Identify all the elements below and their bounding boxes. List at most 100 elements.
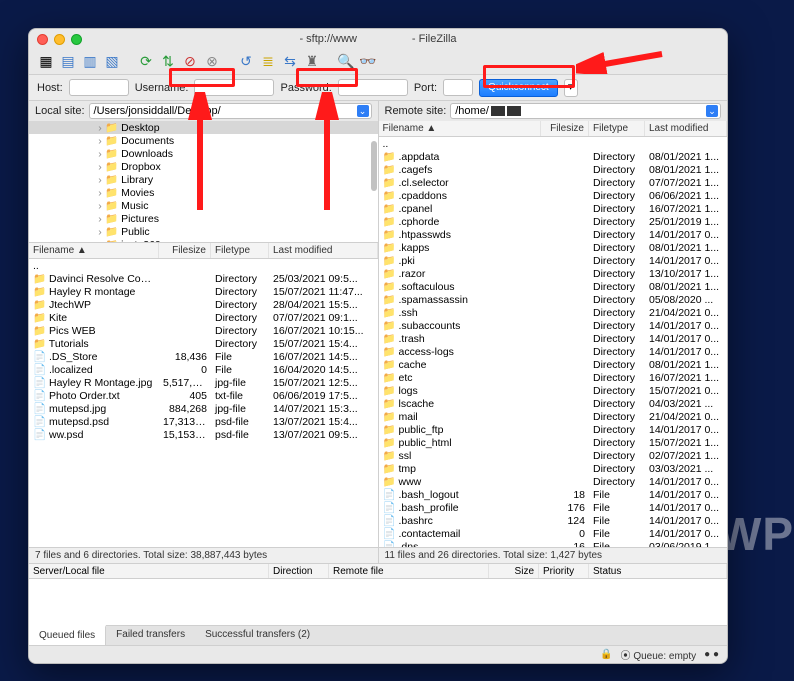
table-row[interactable]: 📄 .contactemail0File14/01/2017 0...: [379, 527, 728, 540]
tree-item[interactable]: ›📁Pictures: [29, 212, 378, 225]
table-row[interactable]: 📁 KiteDirectory07/07/2021 09:1...: [29, 311, 378, 324]
col-filename[interactable]: Filename ▲: [379, 121, 542, 137]
col-filesize[interactable]: Filesize: [159, 243, 211, 258]
toggle-log-icon[interactable]: ▤: [59, 53, 77, 71]
table-row[interactable]: 📁 TutorialsDirectory15/07/2021 15:4...: [29, 337, 378, 350]
chevron-down-icon[interactable]: ⌄: [706, 105, 718, 117]
tree-item[interactable]: ›📁Public: [29, 225, 378, 238]
username-input[interactable]: [194, 79, 274, 96]
table-row[interactable]: 📁 sslDirectory02/07/2021 1...: [379, 449, 728, 462]
tree-item[interactable]: ›📁Library: [29, 173, 378, 186]
tree-item[interactable]: ›📁Music: [29, 199, 378, 212]
tree-item[interactable]: ›📁insta360: [29, 238, 378, 243]
col-filesize[interactable]: Filesize: [541, 121, 589, 137]
remote-path-combo[interactable]: /home/ ⌄: [450, 103, 721, 119]
col-filetype[interactable]: Filetype: [589, 121, 645, 137]
table-row[interactable]: 📁 .spamassassinDirectory05/08/2020 ...: [379, 293, 728, 306]
col-direction[interactable]: Direction: [269, 564, 329, 578]
col-server-file[interactable]: Server/Local file: [29, 564, 269, 578]
remote-file-list[interactable]: ..📁 .appdataDirectory08/01/2021 1...📁 .c…: [379, 137, 728, 547]
cancel-icon[interactable]: ⊘: [181, 53, 199, 71]
table-row[interactable]: 📁 wwwDirectory14/01/2017 0...: [379, 475, 728, 488]
col-filename[interactable]: Filename ▲: [29, 243, 159, 258]
tree-item[interactable]: ›📁Movies: [29, 186, 378, 199]
table-row[interactable]: 📁 .softaculousDirectory08/01/2021 1...: [379, 280, 728, 293]
col-priority[interactable]: Priority: [539, 564, 589, 578]
table-row[interactable]: 📄 .bash_logout18File14/01/2017 0...: [379, 488, 728, 501]
table-row[interactable]: 📄 mutepsd.psd17,313,532psd-file13/07/202…: [29, 415, 378, 428]
table-row[interactable]: 📁 etcDirectory16/07/2021 1...: [379, 371, 728, 384]
table-row[interactable]: ..: [379, 137, 728, 150]
local-tree[interactable]: ›📁Desktop›📁Documents›📁Downloads›📁Dropbox…: [29, 121, 378, 243]
process-queue-icon[interactable]: ⇅: [159, 53, 177, 71]
table-row[interactable]: 📄 .localized0File16/04/2020 14:5...: [29, 363, 378, 376]
table-row[interactable]: 📁 .cl.selectorDirectory07/07/2021 1...: [379, 176, 728, 189]
tree-item[interactable]: ›📁Documents: [29, 134, 378, 147]
table-row[interactable]: 📁 logsDirectory15/07/2021 0...: [379, 384, 728, 397]
table-row[interactable]: 📁 .trashDirectory14/01/2017 0...: [379, 332, 728, 345]
col-size[interactable]: Size: [489, 564, 539, 578]
toggle-queue-icon[interactable]: ▧: [103, 53, 121, 71]
toggle-tree-icon[interactable]: ▥: [81, 53, 99, 71]
tab-queued-files[interactable]: Queued files: [29, 625, 106, 645]
table-row[interactable]: 📄 .dns16File03/06/2019 1...: [379, 540, 728, 547]
table-row[interactable]: 📄 .DS_Store18,436File16/07/2021 14:5...: [29, 350, 378, 363]
col-status[interactable]: Status: [589, 564, 727, 578]
table-row[interactable]: 📁 .cagefsDirectory08/01/2021 1...: [379, 163, 728, 176]
table-row[interactable]: 📁 .cpaddonsDirectory06/06/2021 1...: [379, 189, 728, 202]
table-row[interactable]: 📄 .bash_profile176File14/01/2017 0...: [379, 501, 728, 514]
table-row[interactable]: 📁 mailDirectory21/04/2021 0...: [379, 410, 728, 423]
local-file-list[interactable]: ..📁 Davinci Resolve Cour...Directory25/0…: [29, 259, 378, 547]
table-row[interactable]: 📄 ww.psd15,153,020psd-file13/07/2021 09:…: [29, 428, 378, 441]
local-path-combo[interactable]: /Users/jonsiddall/Desktop/ ⌄: [89, 103, 372, 119]
scrollbar[interactable]: [371, 141, 377, 191]
table-row[interactable]: 📁 .pkiDirectory14/01/2017 0...: [379, 254, 728, 267]
col-modified[interactable]: Last modified: [269, 243, 378, 258]
table-row[interactable]: 📁 public_htmlDirectory15/07/2021 1...: [379, 436, 728, 449]
quickconnect-history-button[interactable]: ▾: [564, 79, 578, 97]
filter-icon[interactable]: ♜: [303, 53, 321, 71]
table-row[interactable]: 📁 Pics WEBDirectory16/07/2021 10:15...: [29, 324, 378, 337]
col-filetype[interactable]: Filetype: [211, 243, 269, 258]
tab-successful-transfers[interactable]: Successful transfers (2): [195, 626, 320, 645]
tree-item[interactable]: ›📁Dropbox: [29, 160, 378, 173]
table-row[interactable]: 📁 access-logsDirectory14/01/2017 0...: [379, 345, 728, 358]
table-row[interactable]: 📁 lscacheDirectory04/03/2021 ...: [379, 397, 728, 410]
table-row[interactable]: 📁 tmpDirectory03/03/2021 ...: [379, 462, 728, 475]
table-row[interactable]: 📁 .kappsDirectory08/01/2021 1...: [379, 241, 728, 254]
col-remote-file[interactable]: Remote file: [329, 564, 489, 578]
table-row[interactable]: ..: [29, 259, 378, 272]
find-icon[interactable]: 👓: [359, 53, 377, 71]
disconnect-icon[interactable]: ⊗: [203, 53, 221, 71]
reconnect-icon[interactable]: ↺: [237, 53, 255, 71]
tree-item[interactable]: ›📁Desktop: [29, 121, 378, 134]
compare-icon[interactable]: ≣: [259, 53, 277, 71]
table-row[interactable]: 📄 Hayley R Montage.jpg5,517,782jpg-file1…: [29, 376, 378, 389]
table-row[interactable]: 📁 public_ftpDirectory14/01/2017 0...: [379, 423, 728, 436]
col-modified[interactable]: Last modified: [645, 121, 727, 137]
table-row[interactable]: 📁 .cphordeDirectory25/01/2019 1...: [379, 215, 728, 228]
local-list-header[interactable]: Filename ▲ Filesize Filetype Last modifi…: [29, 243, 378, 259]
chevron-down-icon[interactable]: ⌄: [357, 105, 369, 117]
table-row[interactable]: 📁 .htpasswdsDirectory14/01/2017 0...: [379, 228, 728, 241]
table-row[interactable]: 📄 Photo Order.txt405txt-file06/06/2019 1…: [29, 389, 378, 402]
password-input[interactable]: [338, 79, 408, 96]
table-row[interactable]: 📁 JtechWPDirectory28/04/2021 15:5...: [29, 298, 378, 311]
table-row[interactable]: 📄 mutepsd.jpg884,268jpg-file14/07/2021 1…: [29, 402, 378, 415]
table-row[interactable]: 📁 .sshDirectory21/04/2021 0...: [379, 306, 728, 319]
site-manager-icon[interactable]: ▦: [37, 53, 55, 71]
port-input[interactable]: [443, 79, 473, 96]
tree-item[interactable]: ›📁Downloads: [29, 147, 378, 160]
table-row[interactable]: 📁 cacheDirectory08/01/2021 1...: [379, 358, 728, 371]
table-row[interactable]: 📁 Hayley R montageDirectory15/07/2021 11…: [29, 285, 378, 298]
queue-body[interactable]: [29, 579, 727, 625]
table-row[interactable]: 📁 .appdataDirectory08/01/2021 1...: [379, 150, 728, 163]
table-row[interactable]: 📁 .cpanelDirectory16/07/2021 1...: [379, 202, 728, 215]
quickconnect-button[interactable]: Quickconnect: [479, 79, 558, 97]
table-row[interactable]: 📁 .subaccountsDirectory14/01/2017 0...: [379, 319, 728, 332]
table-row[interactable]: 📁 Davinci Resolve Cour...Directory25/03/…: [29, 272, 378, 285]
sync-browsing-icon[interactable]: ⇆: [281, 53, 299, 71]
refresh-icon[interactable]: ⟳: [137, 53, 155, 71]
search-icon[interactable]: 🔍: [337, 53, 355, 71]
host-input[interactable]: [69, 79, 129, 96]
